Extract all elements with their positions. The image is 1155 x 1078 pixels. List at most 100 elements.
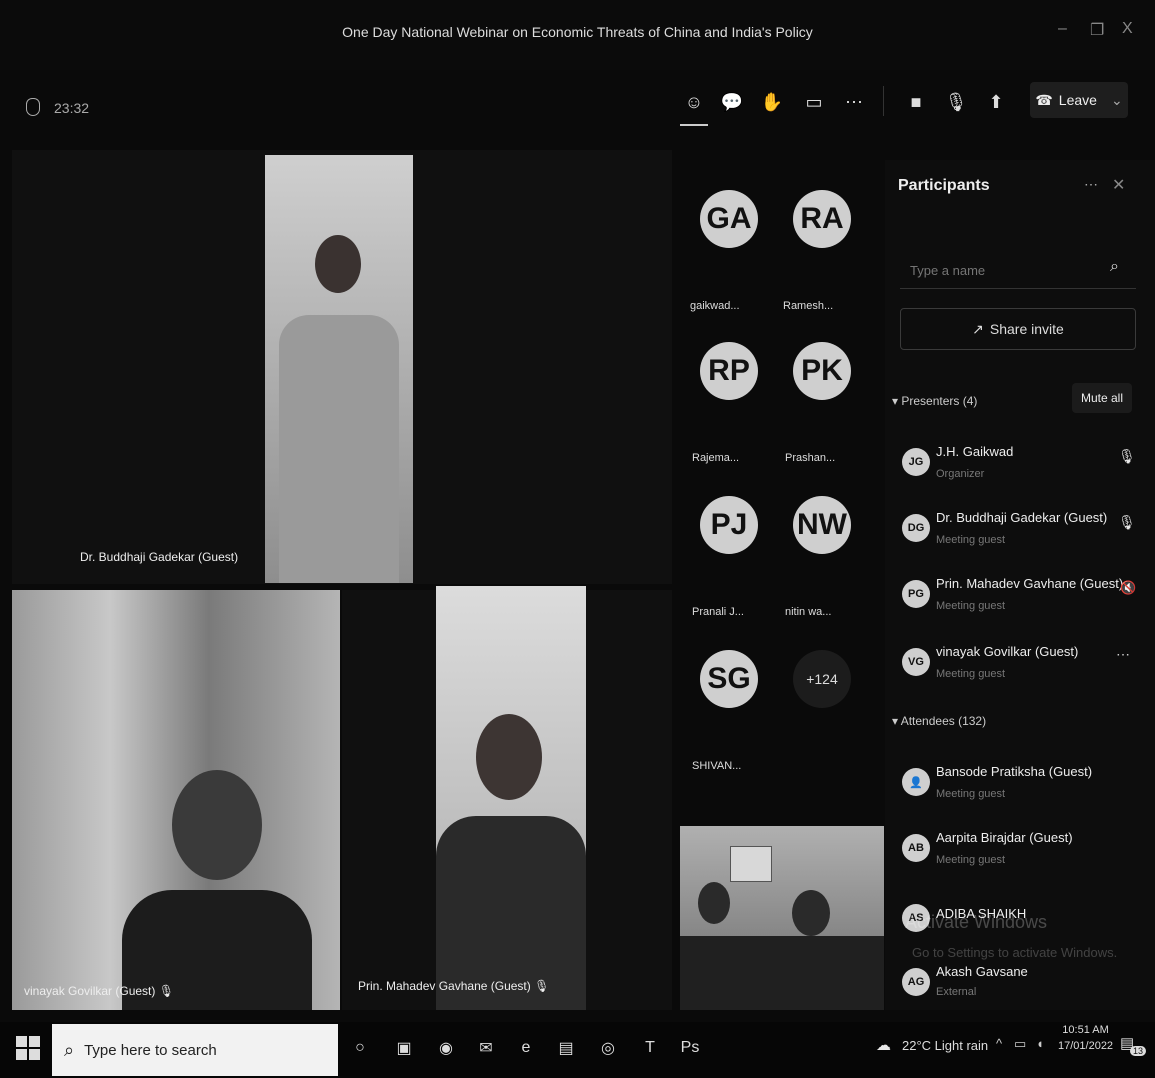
rooms-icon[interactable]: ▭ xyxy=(800,88,828,116)
video-stream-gadekar xyxy=(265,155,413,583)
participant-row[interactable]: DG Dr. Buddhaji Gadekar (Guest) Meeting … xyxy=(902,510,1138,558)
participant-name: Akash Gavsane xyxy=(936,964,1028,979)
participant-role: Meeting guest xyxy=(936,600,1006,612)
mic-icon[interactable]: 🎙 xyxy=(942,88,970,116)
toolbar-divider xyxy=(883,86,884,116)
avatar-initials: PK xyxy=(793,342,851,400)
avatar-name: Rajema... xyxy=(692,452,740,464)
file-explorer-icon[interactable]: ▤ xyxy=(552,1034,580,1062)
presenters-header[interactable]: ▾ Presenters (4) xyxy=(892,394,977,408)
participant-avatar-nw[interactable]: NW nitin wa... xyxy=(785,496,851,618)
participant-avatar-rp[interactable]: RP Rajema... xyxy=(692,342,758,464)
taskbar-search[interactable]: ⌕ Type here to search xyxy=(52,1024,338,1076)
person-avatar-icon: 👤 xyxy=(902,768,930,796)
teams-icon[interactable]: T xyxy=(636,1034,664,1062)
mic-icon: 🎙 xyxy=(534,979,550,993)
cortana-icon[interactable]: ○ xyxy=(346,1034,374,1062)
taskbar-search-placeholder: Type here to search xyxy=(84,1041,217,1059)
task-view-icon[interactable]: ▣ xyxy=(390,1034,418,1062)
participants-tab-indicator xyxy=(680,124,708,126)
panel-title: Participants xyxy=(898,177,990,194)
person-head xyxy=(476,714,542,800)
search-icon: ⌕ xyxy=(64,1039,75,1060)
more-icon[interactable]: ⋯ xyxy=(1116,646,1130,663)
participant-avatar-ra[interactable]: RA Ramesh... xyxy=(783,190,851,312)
avatar-name: Pranali J... xyxy=(692,606,744,618)
participant-row[interactable]: 👤 Bansode Pratiksha (Guest) Meeting gues… xyxy=(902,764,1138,812)
mic-icon[interactable]: 🎙 xyxy=(1118,514,1136,531)
participant-name: Dr. Buddhaji Gadekar (Guest) xyxy=(936,510,1108,525)
weather-icon[interactable]: ☁ xyxy=(876,1036,891,1054)
more-participants-badge[interactable]: +124 xyxy=(793,650,851,708)
shield-icon xyxy=(26,98,40,116)
clock[interactable]: 10:51 AM 17/01/2022 xyxy=(1058,1024,1113,1052)
search-icon[interactable]: ⌕ xyxy=(1110,258,1119,276)
attendees-label: Attendees (132) xyxy=(900,714,987,728)
mail-icon[interactable]: ✉ xyxy=(472,1034,500,1062)
participant-role: Meeting guest xyxy=(936,668,1006,680)
participant-row[interactable]: PG Prin. Mahadev Gavhane (Guest) Meeting… xyxy=(902,576,1138,624)
participant-avatar: VG xyxy=(902,648,930,676)
close-button[interactable]: X xyxy=(1122,20,1133,38)
participant-name: Bansode Pratiksha (Guest) xyxy=(936,764,1093,779)
video-stream-room xyxy=(680,826,884,1010)
participant-avatar-pj[interactable]: PJ Pranali J... xyxy=(692,496,758,618)
leave-label: Leave xyxy=(1058,92,1097,108)
activation-watermark-sub: Go to Settings to activate Windows. xyxy=(912,945,1118,960)
more-icon[interactable]: ⋯ xyxy=(840,88,868,116)
person-head xyxy=(698,882,730,924)
avatar-name: nitin wa... xyxy=(785,606,832,618)
minimize-button[interactable]: – xyxy=(1058,20,1067,38)
attendees-header[interactable]: ▾ Attendees (132) xyxy=(892,714,986,728)
avatar-name: SHIVAN... xyxy=(692,760,742,772)
panel-close-icon[interactable]: ✕ xyxy=(1112,175,1125,195)
restore-button[interactable]: ❐ xyxy=(1090,20,1104,40)
participant-avatar: PG xyxy=(902,580,930,608)
avatar-initials: RA xyxy=(793,190,851,248)
participant-avatar-ga[interactable]: GA gaikwad... xyxy=(690,190,758,312)
mic-muted-icon[interactable]: 🔇 xyxy=(1120,580,1136,596)
share-invite-button[interactable]: ↗ Share invite xyxy=(900,308,1136,350)
participant-row[interactable]: VG vinayak Govilkar (Guest) Meeting gues… xyxy=(902,644,1138,692)
camera-icon[interactable]: ■ xyxy=(902,88,930,116)
edge-icon[interactable]: ◉ xyxy=(432,1034,460,1062)
tray-chevron-icon[interactable]: ^ xyxy=(996,1036,1002,1051)
participant-row[interactable]: AB Aarpita Birajdar (Guest) Meeting gues… xyxy=(902,830,1138,878)
video-label-bottom-left: vinayak Govilkar (Guest) 🎙 xyxy=(24,984,174,998)
share-invite-label: Share invite xyxy=(989,321,1064,337)
mute-all-button[interactable]: Mute all xyxy=(1072,383,1132,413)
panel-more-icon[interactable]: ⋯ xyxy=(1084,176,1098,193)
participant-avatar: AG xyxy=(902,968,930,996)
participant-row[interactable]: AG Akash Gavsane External xyxy=(902,964,1138,1008)
windows-start-icon[interactable] xyxy=(16,1036,40,1060)
participant-role: Meeting guest xyxy=(936,788,1006,800)
person-head xyxy=(792,890,830,936)
participant-search[interactable]: ⌕ xyxy=(900,250,1136,289)
video-label-bottom-mid: Prin. Mahadev Gavhane (Guest) 🎙 xyxy=(358,979,549,993)
search-input[interactable] xyxy=(908,258,1102,282)
leave-button[interactable]: ☎ Leave ⌄ xyxy=(1030,82,1128,118)
participant-avatar: JG xyxy=(902,448,930,476)
wall-poster xyxy=(730,846,772,882)
share-icon[interactable]: ⬆ xyxy=(982,88,1010,116)
avatar-name: Ramesh... xyxy=(783,300,834,312)
ie-icon[interactable]: e xyxy=(512,1034,540,1062)
participants-icon[interactable]: ☺ xyxy=(680,88,708,116)
participant-avatar-sg[interactable]: SG SHIVAN... xyxy=(692,650,758,772)
photoshop-icon[interactable]: Ps xyxy=(676,1034,704,1062)
network-icon[interactable]: ▭ xyxy=(1014,1036,1026,1052)
chat-icon[interactable]: 💬 xyxy=(718,88,746,116)
participant-role: Meeting guest xyxy=(936,534,1006,546)
reactions-icon[interactable]: ✋ xyxy=(758,88,786,116)
clock-time: 10:51 AM xyxy=(1062,1024,1109,1036)
participant-avatar-pk[interactable]: PK Prashan... xyxy=(785,342,851,464)
weather-text[interactable]: 22°C Light rain xyxy=(902,1038,988,1053)
person-head xyxy=(172,770,262,880)
mic-icon[interactable]: 🎙 xyxy=(1118,448,1136,465)
volume-icon[interactable]: ◖ xyxy=(1036,1036,1044,1051)
participant-row[interactable]: JG J.H. Gaikwad Organizer 🎙 xyxy=(902,444,1138,492)
person-head xyxy=(315,235,361,293)
chrome-icon[interactable]: ◎ xyxy=(594,1034,622,1062)
participant-name: Prin. Mahadev Gavhane (Guest) xyxy=(936,576,1124,591)
avatar-name: Prashan... xyxy=(785,452,836,464)
